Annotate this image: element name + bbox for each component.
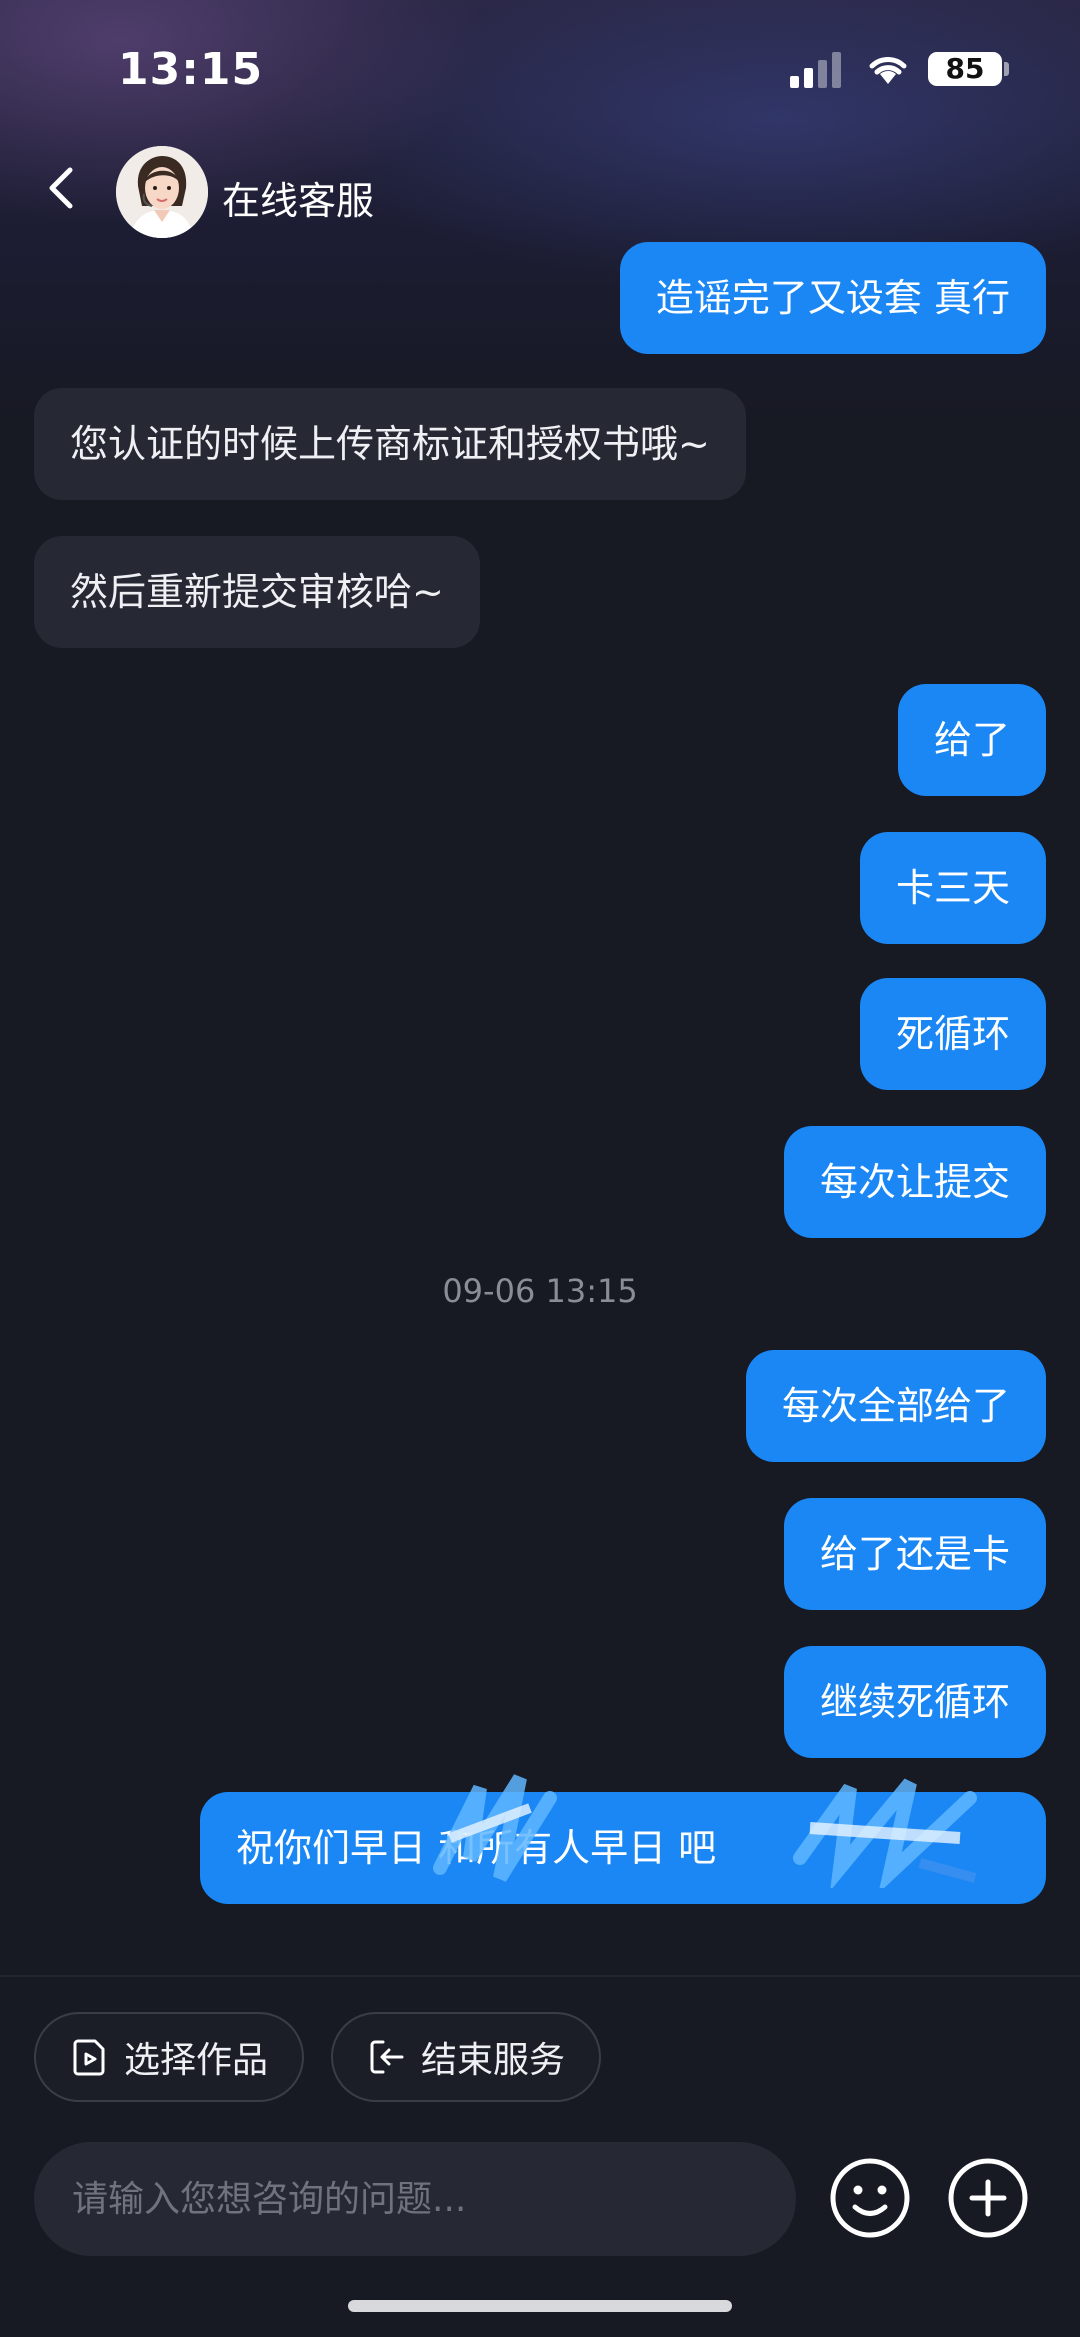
message-bubble-outgoing[interactable]: 造谣完了又设套 真行 xyxy=(619,242,1046,354)
message-timestamp: 09-06 13:15 xyxy=(442,1272,638,1310)
message-bubble-outgoing[interactable]: 死循环 xyxy=(859,978,1046,1090)
exit-icon xyxy=(370,2040,404,2074)
emoji-icon[interactable] xyxy=(828,2156,912,2240)
select-work-button[interactable]: 选择作品 xyxy=(34,2012,305,2102)
message-bubble-outgoing[interactable]: 继续死循环 xyxy=(783,1646,1046,1758)
message-bubble-outgoing[interactable]: 每次让提交 xyxy=(783,1126,1046,1238)
video-file-icon xyxy=(73,2039,105,2076)
message-bubble-incoming[interactable]: 然后重新提交审核哈~ xyxy=(34,536,480,648)
message-bubble-outgoing[interactable]: 给了 xyxy=(897,684,1046,796)
divider xyxy=(0,1975,1080,1977)
message-input-container[interactable] xyxy=(34,2142,796,2256)
redaction-scribble xyxy=(793,1778,977,1888)
select-work-label: 选择作品 xyxy=(124,2040,269,2081)
message-bubble-incoming[interactable]: 您认证的时候上传商标证和授权书哦~ xyxy=(34,388,746,500)
message-bubble-outgoing[interactable]: 卡三天 xyxy=(859,832,1046,944)
home-indicator[interactable] xyxy=(348,2300,732,2312)
message-bubble-outgoing[interactable]: 给了还是卡 xyxy=(783,1498,1046,1610)
plus-icon[interactable] xyxy=(946,2156,1030,2240)
message-input[interactable] xyxy=(70,2177,760,2221)
chat-message-list[interactable]: 造谣完了又设套 真行 您认证的时候上传商标证和授权书哦~ 然后重新提交审核哈~ … xyxy=(0,0,1080,1975)
end-service-label: 结束服务 xyxy=(421,2040,566,2081)
message-bubble-outgoing[interactable]: 每次全部给了 xyxy=(745,1350,1046,1462)
redaction-scribble xyxy=(433,1774,557,1882)
end-service-button[interactable]: 结束服务 xyxy=(331,2012,602,2102)
